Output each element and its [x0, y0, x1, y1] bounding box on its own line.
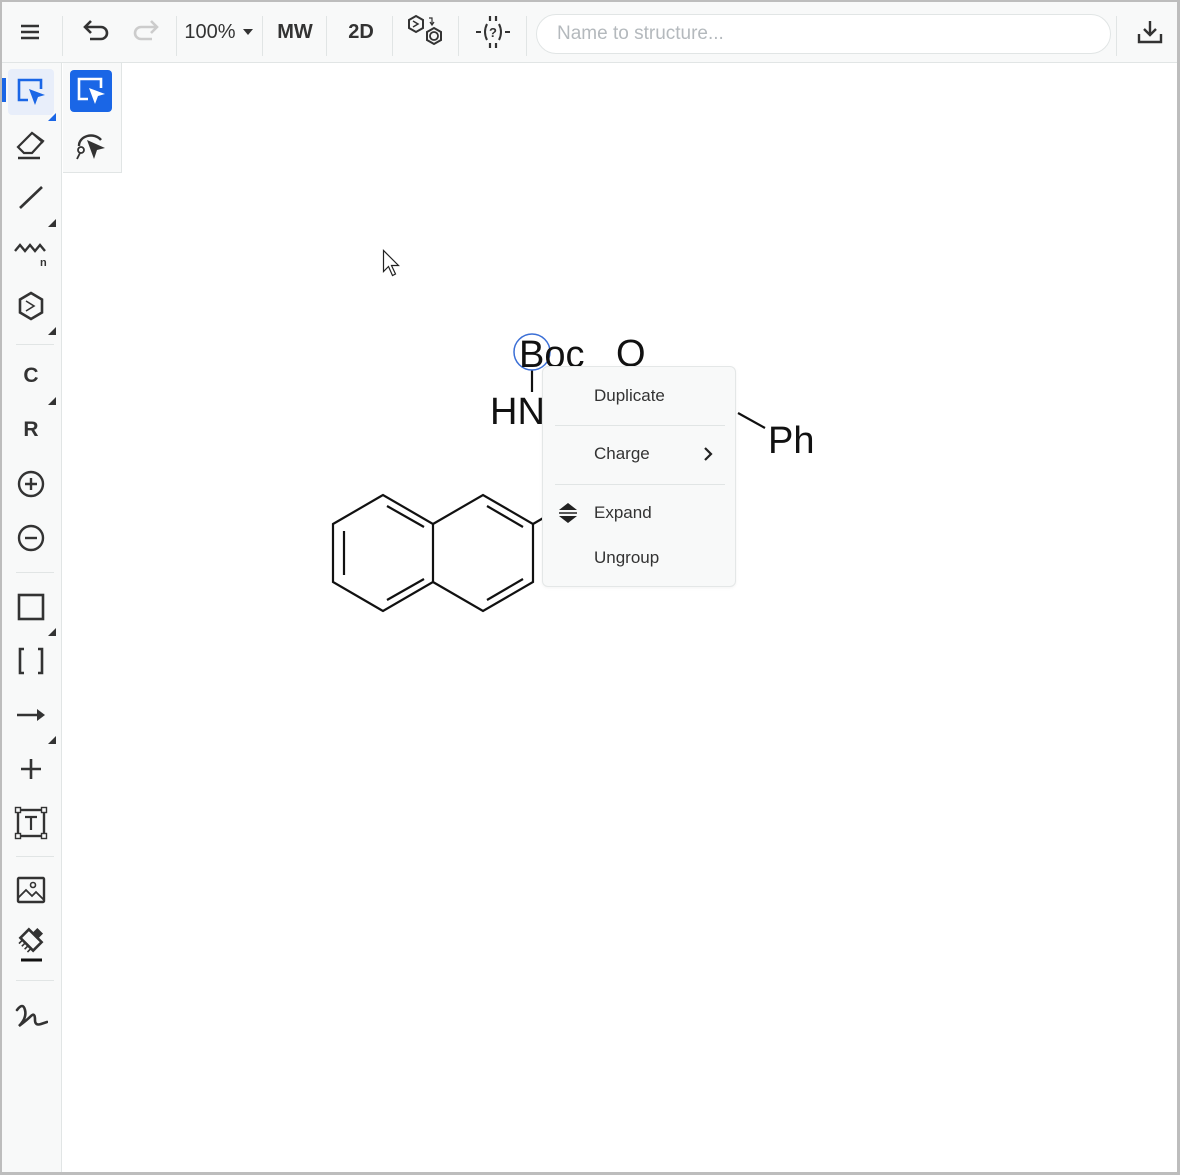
bond — [737, 412, 766, 429]
menu-item-label: Duplicate — [594, 386, 665, 405]
bond — [331, 493, 435, 613]
menu-item-label: Expand — [594, 503, 652, 522]
menu-item-label: Charge — [594, 444, 650, 463]
menu-item-expand[interactable]: Expand — [543, 493, 735, 533]
menu-item-charge[interactable]: Charge — [543, 434, 735, 474]
bond — [432, 493, 535, 613]
menu-item-label: Ungroup — [594, 548, 660, 567]
bond — [486, 505, 524, 528]
menu-item-ungroup[interactable]: Ungroup — [543, 538, 735, 578]
menu-item-duplicate[interactable]: Duplicate — [543, 376, 735, 416]
chevron-right-icon — [704, 447, 713, 461]
mouse-cursor-icon — [382, 249, 400, 277]
ph-label[interactable]: Ph — [768, 422, 814, 460]
expand-icon — [559, 503, 577, 523]
molecule-drawing — [331, 333, 766, 613]
hn-label[interactable]: HN — [490, 393, 545, 431]
context-menu: Duplicate Charge Expand Ungroup — [542, 366, 736, 587]
bond — [486, 578, 524, 601]
